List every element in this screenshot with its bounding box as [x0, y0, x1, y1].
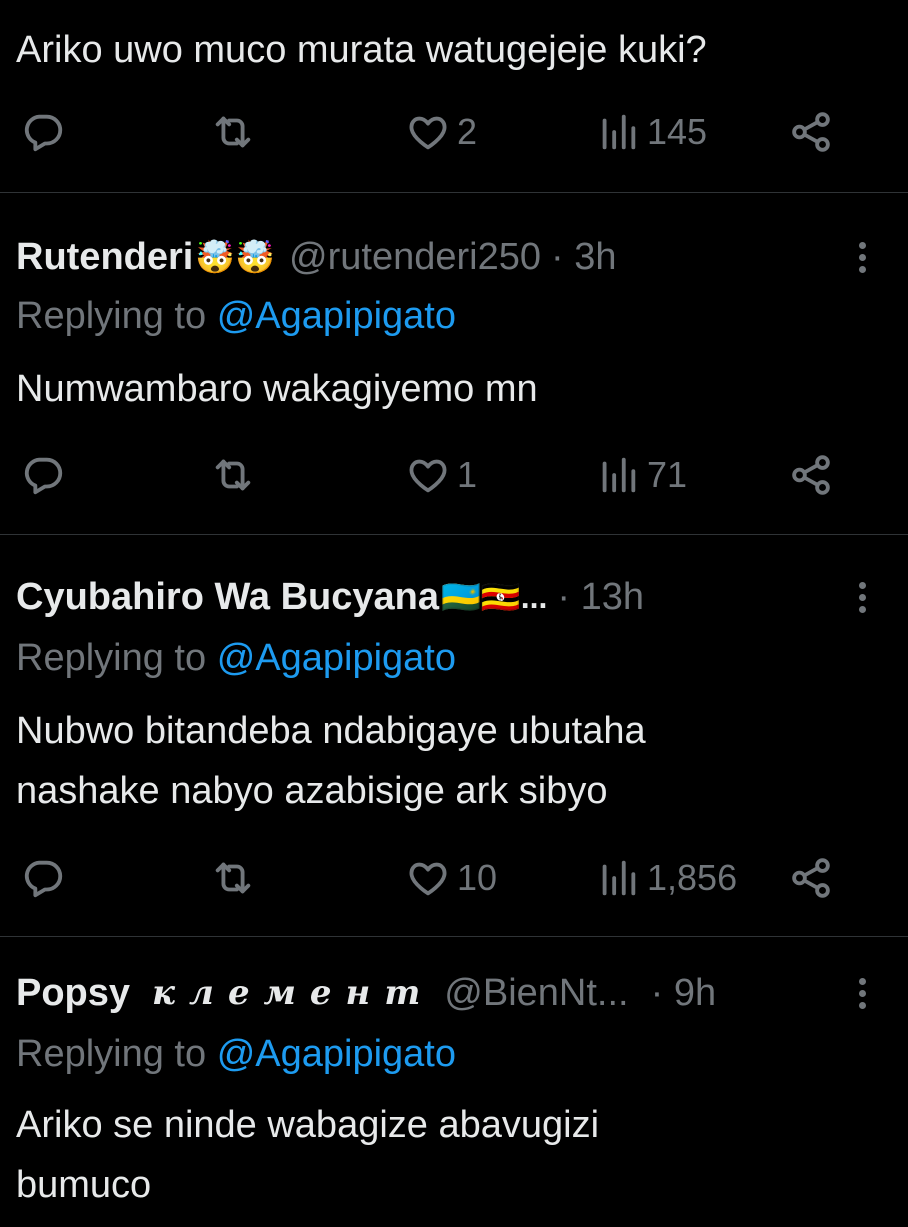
reply-icon [20, 855, 66, 901]
share-button[interactable] [788, 445, 834, 505]
like-count: 10 [457, 857, 498, 898]
more-icon[interactable] [856, 971, 868, 1015]
tweet[interactable]: Popsy клемент @BienNt... · 9h Replying t… [0, 937, 908, 1227]
reply-icon [20, 452, 66, 498]
views-count: 71 [647, 454, 688, 495]
reply-button[interactable] [20, 102, 66, 162]
views-button[interactable]: 145 [595, 102, 707, 162]
tweet-actions: 2 145 [0, 102, 908, 162]
tweet[interactable]: Cyubahiro Wa Bucyana 🇷🇼🇺🇬... · 13h Reply… [0, 535, 908, 936]
views-count: 145 [647, 111, 708, 152]
tweet[interactable]: Rutenderi 🤯🤯 @rutenderi250 · 3h Replying… [0, 193, 908, 533]
author-name-extra: клемент [152, 973, 435, 1013]
tweet-text-line: nashake nabyo azabisige ark sibyo [16, 770, 608, 812]
replying-to: Replying to @Agapipigato [16, 1033, 456, 1076]
tweet-text: Nubwo bitandeba ndabigaye ubutaha nashak… [16, 701, 876, 821]
retweet-button[interactable] [210, 848, 256, 908]
tweet-text-line: Ariko se ninde wabagize abavugizi [16, 1104, 600, 1146]
replying-to: Replying to @Agapipigato [16, 295, 456, 338]
share-button[interactable] [788, 102, 834, 162]
heart-icon [405, 855, 451, 901]
more-icon[interactable] [856, 575, 868, 619]
author-handle[interactable]: @BienNt... [444, 972, 628, 1015]
reply-button[interactable] [20, 445, 66, 505]
replying-to-mention[interactable]: @Agapipigato [217, 1033, 456, 1075]
views-icon [595, 855, 641, 901]
tweet-text-line: Nubwo bitandeba ndabigaye ubutaha [16, 710, 646, 752]
like-count: 2 [457, 111, 478, 152]
share-icon [788, 452, 834, 498]
reply-icon [20, 109, 66, 155]
share-icon [788, 109, 834, 155]
tweet-text: Ariko se ninde wabagize abavugizi bumuco [16, 1095, 876, 1215]
replying-to-prefix: Replying to [16, 637, 207, 679]
heart-icon [405, 109, 451, 155]
tweet-actions: 10 1,856 [0, 848, 908, 908]
author-handle[interactable]: @rutenderi250 [289, 236, 541, 279]
retweet-button[interactable] [210, 445, 256, 505]
tweet-text: Ariko uwo muco murata watugejeje kuki? [16, 29, 707, 71]
like-button[interactable]: 10 [405, 848, 497, 908]
retweet-icon [210, 452, 256, 498]
tweet-text: Numwambaro wakagiyemo mn [16, 368, 538, 410]
tweet[interactable]: Ariko uwo muco murata watugejeje kuki? 2… [0, 0, 908, 192]
timestamp[interactable]: · 9h [651, 972, 716, 1015]
retweet-icon [210, 109, 256, 155]
author-name[interactable]: Rutenderi [16, 236, 193, 279]
views-icon [595, 109, 641, 155]
author-emoji: 🤯🤯 [195, 239, 276, 275]
reply-button[interactable] [20, 848, 66, 908]
heart-icon [405, 452, 451, 498]
timestamp[interactable]: · 3h [551, 236, 616, 279]
replying-to: Replying to @Agapipigato [16, 637, 456, 680]
replying-to-mention[interactable]: @Agapipigato [217, 637, 456, 679]
tweet-actions: 1 71 [0, 445, 908, 505]
tweet-header: Cyubahiro Wa Bucyana 🇷🇼🇺🇬... · 13h [16, 575, 892, 619]
share-icon [788, 855, 834, 901]
more-icon[interactable] [856, 235, 868, 279]
like-count: 1 [457, 454, 478, 495]
views-button[interactable]: 71 [595, 445, 687, 505]
retweet-icon [210, 855, 256, 901]
author-emoji: 🇷🇼🇺🇬... [441, 579, 548, 615]
author-name[interactable]: Popsy [16, 972, 130, 1015]
tweet-header: Rutenderi 🤯🤯 @rutenderi250 · 3h [16, 235, 892, 279]
views-button[interactable]: 1,856 [595, 848, 737, 908]
author-name[interactable]: Cyubahiro Wa Bucyana [16, 576, 439, 619]
views-icon [595, 452, 641, 498]
share-button[interactable] [788, 848, 834, 908]
like-button[interactable]: 2 [405, 102, 477, 162]
retweet-button[interactable] [210, 102, 256, 162]
tweet-header: Popsy клемент @BienNt... · 9h [16, 971, 892, 1015]
replying-to-prefix: Replying to [16, 295, 207, 337]
like-button[interactable]: 1 [405, 445, 477, 505]
tweet-text-line: bumuco [16, 1164, 152, 1206]
replying-to-prefix: Replying to [16, 1033, 207, 1075]
views-count: 1,856 [647, 857, 738, 898]
timestamp[interactable]: · 13h [557, 576, 644, 619]
replying-to-mention[interactable]: @Agapipigato [217, 295, 456, 337]
